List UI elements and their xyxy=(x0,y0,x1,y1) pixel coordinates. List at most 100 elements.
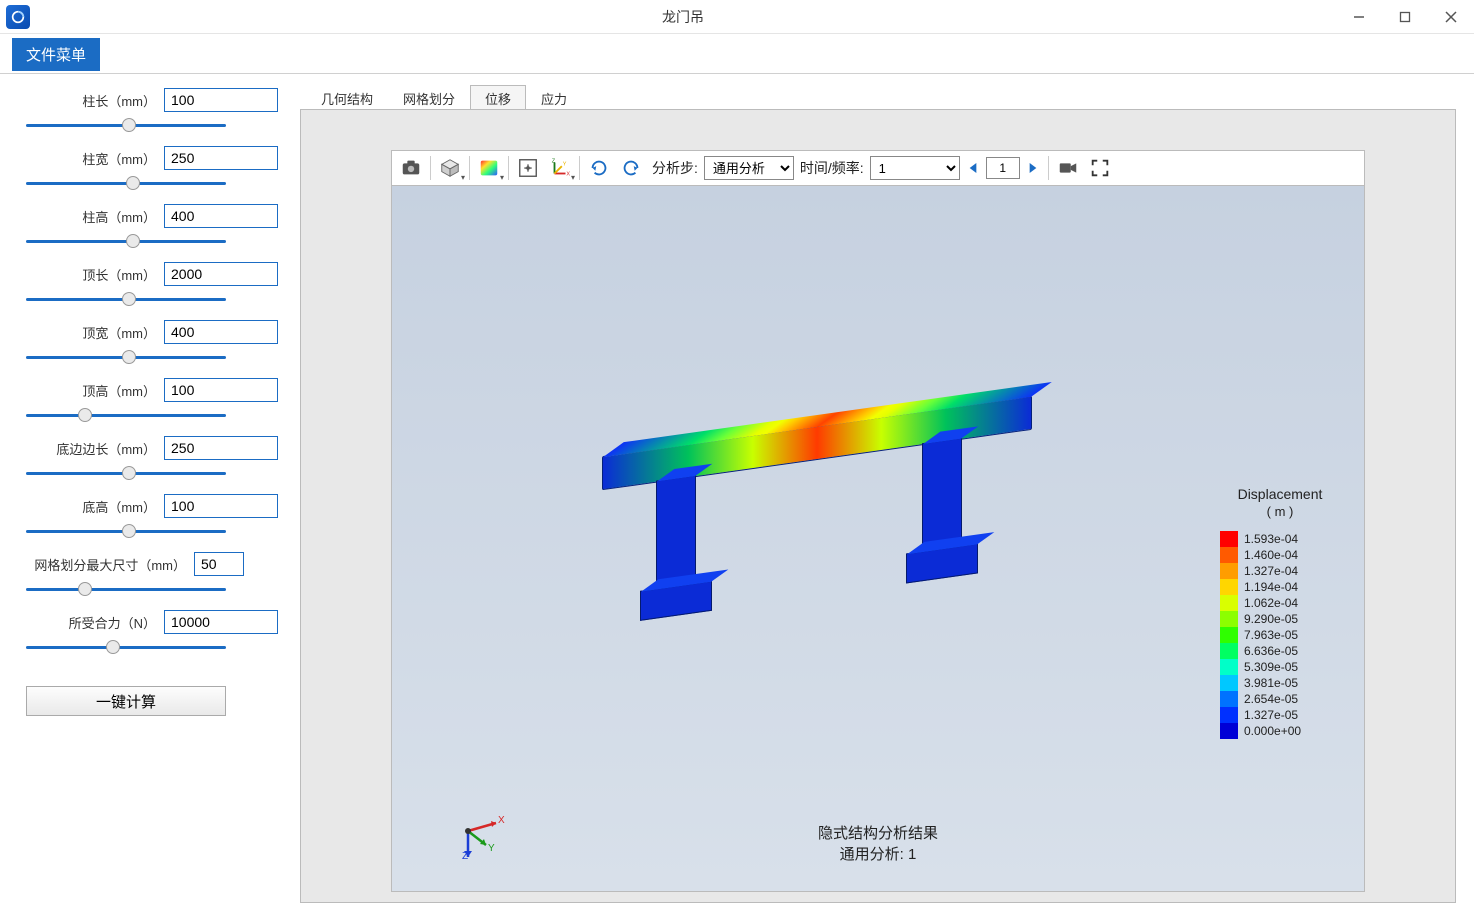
legend-value: 1.593e-04 xyxy=(1238,532,1298,546)
fullscreen-button[interactable] xyxy=(1085,154,1115,182)
param-label: 底边边长（mm） xyxy=(26,439,156,458)
legend-row: 1.062e-04 xyxy=(1220,595,1340,611)
app-icon xyxy=(6,5,30,29)
calculate-button[interactable]: 一键计算 xyxy=(26,686,226,716)
legend-row: 5.309e-05 xyxy=(1220,659,1340,675)
legend-value: 9.290e-05 xyxy=(1238,612,1298,626)
param-input[interactable] xyxy=(164,262,278,286)
param-2: 柱高（mm） xyxy=(0,204,282,250)
legend-value: 1.327e-05 xyxy=(1238,708,1298,722)
param-input[interactable] xyxy=(164,378,278,402)
legend-swatch xyxy=(1220,595,1238,611)
param-slider[interactable] xyxy=(26,522,226,540)
legend-swatch xyxy=(1220,675,1238,691)
legend-value: 6.636e-05 xyxy=(1238,644,1298,658)
legend-row: 7.963e-05 xyxy=(1220,627,1340,643)
close-button[interactable] xyxy=(1428,0,1474,34)
legend-row: 1.194e-04 xyxy=(1220,579,1340,595)
tab-0[interactable]: 几何结构 xyxy=(306,85,388,110)
viewport-3d[interactable]: X Y Z 隐式结构分析结果 通用分析: 1 Displacement ( m … xyxy=(391,185,1365,892)
param-slider[interactable] xyxy=(26,174,226,192)
legend-value: 1.327e-04 xyxy=(1238,564,1298,578)
param-slider[interactable] xyxy=(26,580,226,598)
toolbar-separator xyxy=(430,156,431,180)
param-slider[interactable] xyxy=(26,348,226,366)
svg-text:X: X xyxy=(566,171,570,177)
time-freq-label: 时间/频率: xyxy=(800,158,864,178)
analysis-step-label: 分析步: xyxy=(652,158,698,178)
legend-row: 1.460e-04 xyxy=(1220,547,1340,563)
color-legend: Displacement ( m ) 1.593e-041.460e-041.3… xyxy=(1220,486,1340,739)
toolbar-separator xyxy=(1048,156,1049,180)
param-input[interactable] xyxy=(164,436,278,460)
param-label: 柱高（mm） xyxy=(26,207,156,226)
prev-frame-button[interactable] xyxy=(962,154,984,182)
param-input[interactable] xyxy=(164,204,278,228)
legend-value: 3.981e-05 xyxy=(1238,676,1298,690)
analysis-step-select[interactable]: 通用分析 xyxy=(704,156,794,180)
maximize-button[interactable] xyxy=(1382,0,1428,34)
legend-value: 2.654e-05 xyxy=(1238,692,1298,706)
param-input[interactable] xyxy=(164,610,278,634)
legend-row: 0.000e+00 xyxy=(1220,723,1340,739)
screenshot-button[interactable] xyxy=(396,154,426,182)
titlebar: 龙门吊 xyxy=(0,0,1474,34)
window-title: 龙门吊 xyxy=(30,7,1336,27)
param-input[interactable] xyxy=(164,494,278,518)
param-input[interactable] xyxy=(164,146,278,170)
toolbar-separator xyxy=(508,156,509,180)
menubar: 文件菜单 xyxy=(0,34,1474,74)
param-label: 所受合力（N） xyxy=(26,613,156,632)
legend-row: 1.327e-04 xyxy=(1220,563,1340,579)
param-slider[interactable] xyxy=(26,232,226,250)
next-frame-button[interactable] xyxy=(1022,154,1044,182)
legend-swatch xyxy=(1220,659,1238,675)
param-7: 底高（mm） xyxy=(0,494,282,540)
tab-2[interactable]: 位移 xyxy=(470,85,526,110)
colormap-button[interactable]: ▾ xyxy=(474,154,504,182)
param-label: 顶宽（mm） xyxy=(26,323,156,342)
legend-row: 3.981e-05 xyxy=(1220,675,1340,691)
legend-title: Displacement xyxy=(1220,486,1340,502)
param-slider[interactable] xyxy=(26,638,226,656)
param-label: 柱长（mm） xyxy=(26,91,156,110)
legend-value: 1.062e-04 xyxy=(1238,596,1298,610)
viewer-toolbar: ▾ ▾ XZY ▾ xyxy=(391,150,1365,186)
param-input[interactable] xyxy=(164,320,278,344)
toolbar-separator xyxy=(579,156,580,180)
record-button[interactable] xyxy=(1053,154,1083,182)
tab-1[interactable]: 网格划分 xyxy=(388,85,470,110)
legend-value: 5.309e-05 xyxy=(1238,660,1298,674)
param-slider[interactable] xyxy=(26,290,226,308)
legend-row: 1.593e-04 xyxy=(1220,531,1340,547)
rotate-ccw-button[interactable] xyxy=(584,154,614,182)
file-menu-button[interactable]: 文件菜单 xyxy=(12,38,100,71)
view-cube-button[interactable]: ▾ xyxy=(435,154,465,182)
legend-value: 1.194e-04 xyxy=(1238,580,1298,594)
legend-value: 0.000e+00 xyxy=(1238,724,1301,738)
param-input[interactable] xyxy=(164,88,278,112)
time-freq-select[interactable]: 1 xyxy=(870,156,960,180)
legend-swatch xyxy=(1220,531,1238,547)
rotate-cw-button[interactable] xyxy=(616,154,646,182)
legend-swatch xyxy=(1220,691,1238,707)
model-render xyxy=(602,376,1032,636)
frame-spinner[interactable] xyxy=(986,157,1020,179)
fit-view-button[interactable] xyxy=(513,154,543,182)
legend-swatch xyxy=(1220,627,1238,643)
axis-triad-button[interactable]: XZY ▾ xyxy=(545,154,575,182)
param-input[interactable] xyxy=(194,552,244,576)
tab-3[interactable]: 应力 xyxy=(526,85,582,110)
param-label: 柱宽（mm） xyxy=(26,149,156,168)
toolbar-separator xyxy=(469,156,470,180)
param-1: 柱宽（mm） xyxy=(0,146,282,192)
param-slider[interactable] xyxy=(26,406,226,424)
legend-row: 9.290e-05 xyxy=(1220,611,1340,627)
sidebar: 柱长（mm） 柱宽（mm） 柱高（mm） 顶长（mm） xyxy=(0,74,300,903)
param-slider[interactable] xyxy=(26,464,226,482)
minimize-button[interactable] xyxy=(1336,0,1382,34)
overlay-line1: 隐式结构分析结果 xyxy=(392,823,1364,844)
param-slider[interactable] xyxy=(26,116,226,134)
param-4: 顶宽（mm） xyxy=(0,320,282,366)
svg-text:Y: Y xyxy=(563,161,567,167)
